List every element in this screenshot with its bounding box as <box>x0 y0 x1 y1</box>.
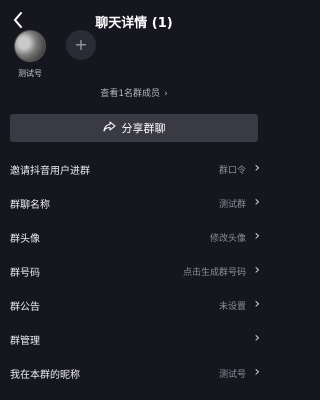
chevron-right-icon: › <box>254 364 260 380</box>
row-value: 测试群 <box>218 200 246 210</box>
row-value: 点击生成群号码 <box>182 268 246 278</box>
row-value: 修改头像 <box>209 234 246 244</box>
settings-list: 邀请抖音用户进群 群口令 › 群聊名称 测试群 › 群头像 修改头像 › 群号码… <box>0 152 268 390</box>
settings-row-group-avatar[interactable]: 群头像 修改头像 › <box>0 220 268 254</box>
settings-row-group-number[interactable]: 群号码 点击生成群号码 › <box>0 254 268 288</box>
share-icon <box>102 121 116 135</box>
settings-row-group-management[interactable]: 群管理 › <box>0 322 268 356</box>
settings-row-my-nickname[interactable]: 我在本群的昵称 测试号 › <box>0 356 268 390</box>
row-value: 群口令 <box>218 166 246 176</box>
row-label: 我在本群的昵称 <box>10 370 80 381</box>
settings-row-group-name[interactable]: 群聊名称 测试群 › <box>0 186 268 220</box>
settings-row-invite[interactable]: 邀请抖音用户进群 群口令 › <box>0 152 268 186</box>
share-group-label: 分享群聊 <box>121 122 166 135</box>
page-title: 聊天详情 (1) <box>95 16 173 31</box>
chevron-right-icon: › <box>254 262 260 278</box>
member-item[interactable]: 测试号 <box>10 30 50 79</box>
row-label: 群公告 <box>10 302 40 313</box>
row-label: 群头像 <box>10 234 40 245</box>
settings-row-announcement[interactable]: 群公告 未设置 › <box>0 288 268 322</box>
row-label: 邀请抖音用户进群 <box>10 166 90 177</box>
row-label: 群管理 <box>10 336 40 347</box>
member-list: 测试号 + <box>0 30 268 82</box>
member-name: 测试号 <box>18 69 42 78</box>
chevron-right-icon: › <box>254 330 260 346</box>
row-label: 群聊名称 <box>10 200 50 211</box>
chevron-right-icon: › <box>254 228 260 244</box>
chevron-right-icon: › <box>254 160 260 176</box>
chevron-right-icon: › <box>254 194 260 210</box>
row-label: 群号码 <box>10 268 40 279</box>
chevron-right-icon: › <box>164 89 168 99</box>
row-value: 测试号 <box>218 370 246 380</box>
view-members-label: 查看1名群成员 <box>100 89 161 99</box>
avatar[interactable] <box>14 30 46 62</box>
share-group-button[interactable]: 分享群聊 <box>10 114 258 142</box>
view-members-link[interactable]: 查看1名群成员 › <box>0 86 268 99</box>
add-member-button[interactable]: + <box>66 30 96 60</box>
row-value: 未设置 <box>218 302 246 312</box>
chevron-right-icon: › <box>254 296 260 312</box>
